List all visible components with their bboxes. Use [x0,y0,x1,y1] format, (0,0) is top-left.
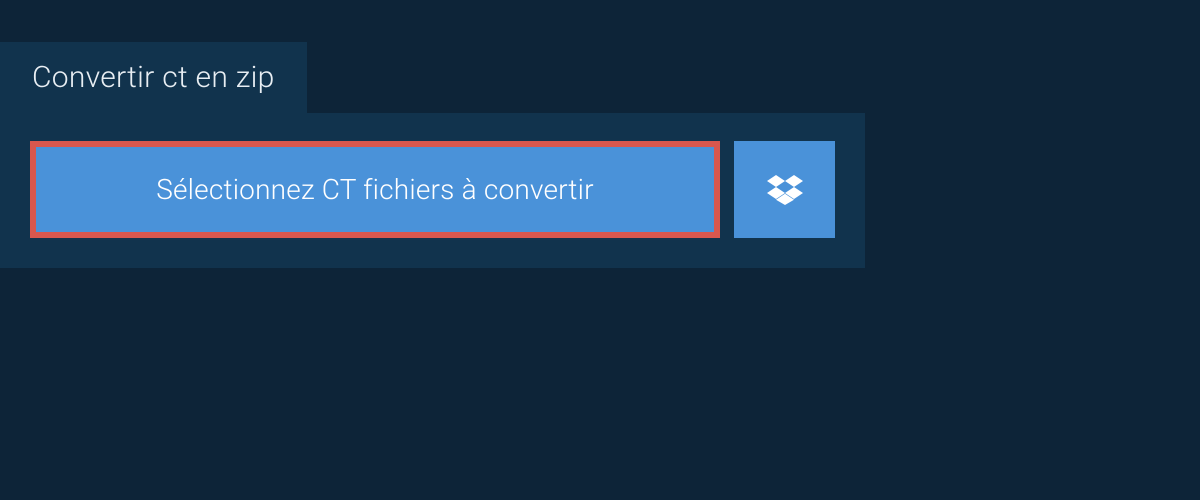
converter-panel: Sélectionnez CT fichiers à convertir [0,113,865,268]
dropbox-button[interactable] [734,141,835,238]
dropbox-icon [767,172,803,208]
button-row: Sélectionnez CT fichiers à convertir [30,141,835,238]
select-files-label: Sélectionnez CT fichiers à convertir [156,173,594,206]
tab-title: Convertir ct en zip [32,60,275,95]
tab-bar: Convertir ct en zip [0,0,1200,113]
tab-convert[interactable]: Convertir ct en zip [0,42,307,113]
select-files-button[interactable]: Sélectionnez CT fichiers à convertir [30,141,720,238]
